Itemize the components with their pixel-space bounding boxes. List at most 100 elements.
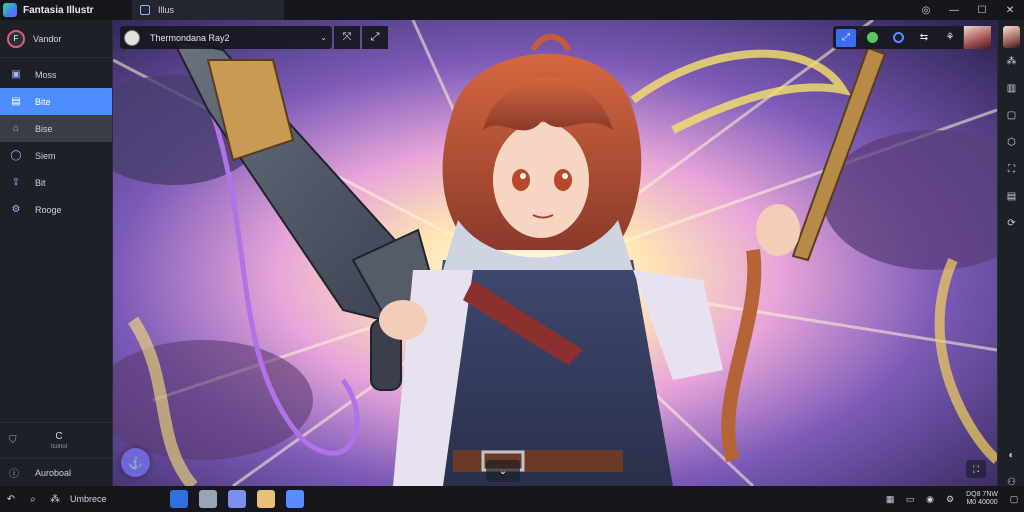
search-button[interactable]: ⌕ — [22, 486, 44, 512]
account-row[interactable]: ⓘ Auroboal — [0, 458, 112, 486]
tray-settings-button[interactable]: ⚙ — [940, 486, 960, 512]
rail-button-gallery[interactable]: ▥ — [998, 75, 1024, 102]
status-dot-icon — [866, 32, 878, 43]
crop-icon: ⛶ — [1008, 164, 1015, 175]
sidebar-item-moss[interactable]: ▣ Moss — [0, 61, 112, 88]
gear-icon: ⚙ — [946, 493, 955, 504]
gear-icon: ⚙ — [11, 204, 21, 215]
profile-name: Vandor — [33, 33, 62, 44]
shuffle-icon: ⤧ — [342, 31, 352, 43]
hexagon-icon: ⬡ — [1007, 137, 1016, 148]
rail-button-panel[interactable]: ▤ — [998, 183, 1024, 210]
calendar-icon: ▤ — [11, 96, 21, 107]
sidebar-footer: ⛉ C Iconol ⓘ Auroboal — [0, 422, 112, 486]
refresh-icon: ⟳ — [1007, 218, 1016, 229]
expand-button[interactable]: ⤢ — [362, 26, 388, 49]
profile-portrait-thumbnail[interactable] — [963, 26, 991, 49]
expand-icon: ⤢ — [370, 31, 380, 43]
sidebar: F Vandor ▣ Moss ▤ Bite ⌂ Bise ◯ Siem ⇪ B… — [0, 20, 113, 486]
clock-line-2: M0 40000 — [966, 499, 998, 506]
circle-icon: ◯ — [10, 150, 22, 161]
gallery-icon: ▥ — [1006, 83, 1017, 94]
sidebar-item-rooge[interactable]: ⚙ Rooge — [0, 196, 112, 223]
sidebar-item-bise[interactable]: ⌂ Bise — [0, 115, 112, 142]
taskbar-app-1-icon[interactable] — [170, 490, 188, 508]
avatar — [124, 29, 140, 46]
taskbar-app-3-icon[interactable] — [228, 490, 246, 508]
fullscreen-button[interactable]: ⛶ — [966, 460, 986, 478]
scroll-down-button[interactable]: ⌄ — [486, 460, 520, 482]
clock-line-1: DQ8 7NW — [966, 491, 998, 498]
system-clock[interactable]: DQ8 7NW M0 40000 — [966, 491, 998, 507]
right-rail: ⁂ ▥ ▢ ⬡ ⛶ ▤ ⟳ ◐ ⚇ — [997, 20, 1024, 488]
folder-icon: ▣ — [11, 69, 21, 80]
avatar: F — [7, 29, 25, 48]
edit-tool-button[interactable]: ⤢ — [836, 28, 856, 47]
taskbar-app-4-icon[interactable] — [257, 490, 275, 508]
app-title: Fantasia Illustr — [23, 4, 94, 16]
avatar[interactable] — [1002, 26, 1020, 48]
back-button[interactable]: ↶ — [0, 486, 22, 512]
tray-chat-button[interactable]: ▢ — [1004, 486, 1024, 512]
chat-icon: ▢ — [1009, 493, 1019, 504]
image-title-dropdown[interactable]: Thermondana Ray2 ⌄ — [120, 26, 332, 49]
rail-button-refresh[interactable]: ⟳ — [998, 210, 1024, 237]
mini-action-button[interactable]: C Iconol — [51, 431, 67, 450]
user-circle-icon: ◎ — [921, 4, 931, 16]
rail-button-frame[interactable]: ▢ — [998, 102, 1024, 129]
title-bar: Fantasia Illustr Illus ◎ — ☐ ✕ — [0, 0, 1024, 20]
rail-button-layers[interactable]: ⁂ — [998, 48, 1024, 75]
network-icon: ◉ — [926, 493, 935, 504]
account-button[interactable]: ◎ — [912, 0, 940, 20]
sidebar-nav: ▣ Moss ▤ Bite ⌂ Bise ◯ Siem ⇪ Bit ⚙ Roog… — [0, 61, 112, 223]
edit-icon: ⤢ — [842, 32, 850, 43]
keyboard-icon: ▦ — [885, 493, 895, 504]
taskbar-apps — [170, 486, 315, 512]
sidebar-item-label: Rooge — [35, 204, 62, 215]
back-arrow-icon: ↶ — [6, 493, 16, 505]
tray-display-button[interactable]: ▭ — [900, 486, 920, 512]
profile-header[interactable]: F Vandor — [0, 20, 112, 58]
app-logo-icon — [3, 3, 17, 17]
close-button[interactable]: ✕ — [996, 0, 1024, 20]
tray-network-button[interactable]: ◉ — [920, 486, 940, 512]
taskbar-label: Umbrece — [70, 494, 107, 504]
sidebar-item-bite[interactable]: ▤ Bite — [0, 88, 112, 115]
image-icon — [140, 5, 150, 15]
maximize-button[interactable]: ☐ — [968, 0, 996, 20]
panel-icon: ▤ — [1006, 191, 1017, 202]
rail-button-contrast[interactable]: ◐ — [998, 442, 1024, 469]
shuffle-button[interactable]: ⤧ — [334, 26, 360, 49]
account-label: Auroboal — [35, 467, 72, 478]
tab-illus[interactable]: Illus — [132, 0, 284, 20]
widgets-button[interactable]: ⁂ — [44, 486, 66, 512]
shield-icon[interactable]: ⛉ — [9, 435, 23, 446]
rail-button-shape[interactable]: ⬡ — [998, 129, 1024, 156]
sidebar-item-siem[interactable]: ◯ Siem — [0, 142, 112, 169]
minimize-button[interactable]: — — [940, 0, 968, 20]
network-icon: ⚘ — [945, 32, 955, 43]
share-button[interactable]: ⚘ — [937, 26, 963, 49]
sidebar-item-label: Bise — [35, 123, 53, 134]
green-status-button[interactable] — [859, 26, 885, 49]
ring-icon — [892, 32, 904, 43]
sidebar-item-bit[interactable]: ⇪ Bit — [0, 169, 112, 196]
canvas-tools: ⤢ ⇆ ⚘ — [833, 26, 991, 49]
image-canvas[interactable] — [113, 20, 997, 486]
sidebar-mini-actions: ⛉ C Iconol — [0, 422, 112, 458]
rail-button-crop[interactable]: ⛶ — [998, 156, 1024, 183]
swap-icon: ⇆ — [919, 32, 929, 43]
frame-icon: ▢ — [1006, 110, 1017, 121]
window-controls: ◎ — ☐ ✕ — [912, 0, 1024, 20]
sidebar-item-label: Bite — [35, 96, 51, 107]
widgets-icon: ⁂ — [50, 493, 60, 505]
tray-keyboard-button[interactable]: ▦ — [880, 486, 900, 512]
assistant-fab-button[interactable]: ⚓ — [121, 448, 150, 477]
blue-ring-button[interactable] — [885, 26, 911, 49]
taskbar-app-2-icon[interactable] — [199, 490, 217, 508]
taskbar-app-5-icon[interactable] — [286, 490, 304, 508]
chevron-down-icon: ⌄ — [498, 465, 508, 477]
layers-icon: ⁂ — [1006, 56, 1017, 67]
fullscreen-icon: ⛶ — [972, 463, 980, 474]
swap-button[interactable]: ⇆ — [911, 26, 937, 49]
